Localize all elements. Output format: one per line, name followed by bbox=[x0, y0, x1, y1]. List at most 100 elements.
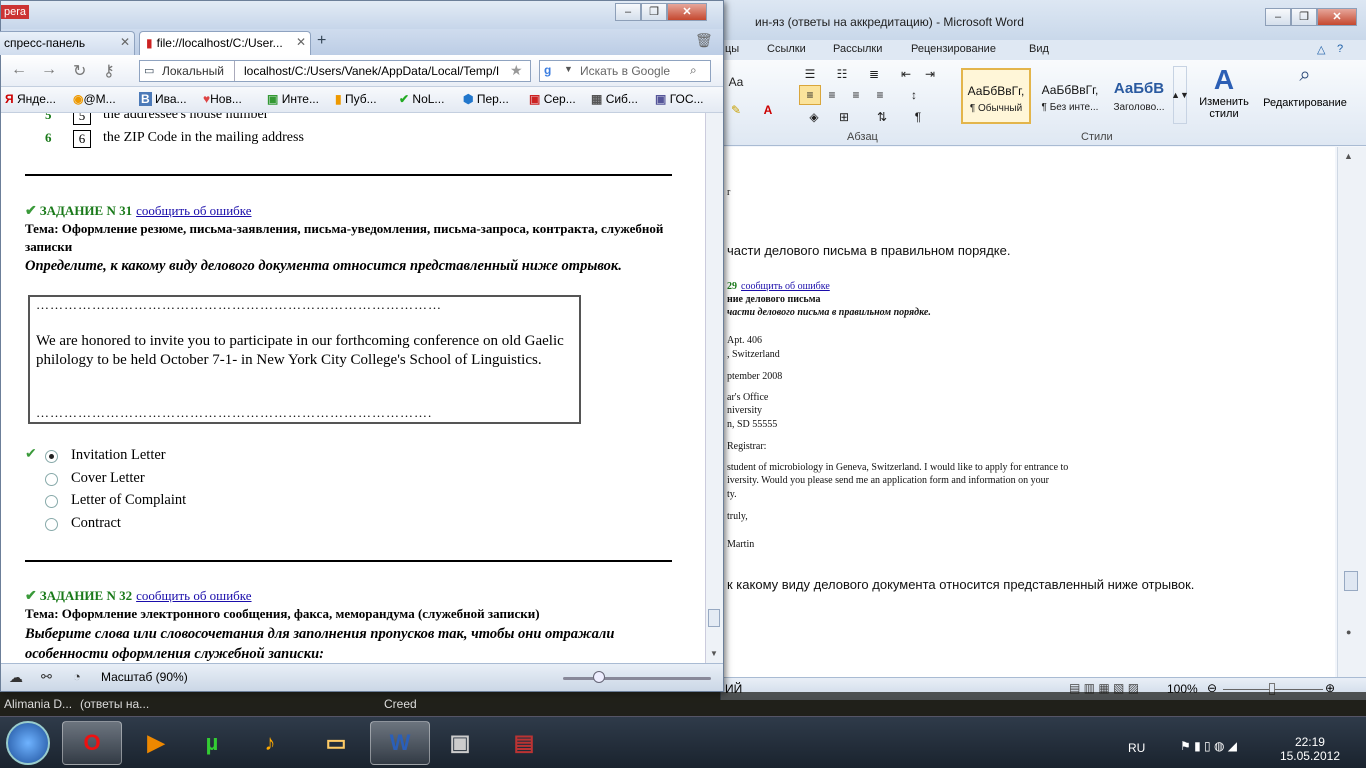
opera-menu-button[interactable]: pera bbox=[1, 5, 30, 19]
share-icon[interactable]: ⚯ bbox=[41, 669, 52, 685]
reload-icon[interactable]: ↻ bbox=[73, 61, 86, 81]
justify-icon[interactable]: ≡ bbox=[869, 85, 891, 105]
bookmark-item[interactable]: ▣ Инте... bbox=[267, 92, 319, 106]
tab-view[interactable]: Вид bbox=[1029, 43, 1049, 55]
tab-speed-dial[interactable]: спресс-панель ✕ bbox=[0, 31, 135, 55]
trash-icon[interactable]: 🗑 bbox=[695, 32, 713, 49]
taskbar-video-pro-icon[interactable]: ▣ bbox=[430, 721, 490, 765]
back-icon[interactable]: ← bbox=[11, 61, 27, 79]
strip-item[interactable]: Alimania D... bbox=[4, 697, 72, 711]
zoom-label[interactable]: Масштаб (90%) bbox=[101, 670, 188, 684]
align-left-icon[interactable]: ≡ bbox=[799, 85, 821, 105]
close-tab-icon[interactable]: ✕ bbox=[120, 35, 130, 49]
styles-scroll-icon[interactable]: ▲▼ bbox=[1171, 66, 1189, 124]
start-button[interactable] bbox=[6, 721, 50, 765]
bookmark-item[interactable]: ▮ Пуб... bbox=[335, 92, 377, 106]
bookmark-item[interactable]: B Ива... bbox=[139, 92, 187, 106]
speed-icon[interactable]: ◔ bbox=[73, 669, 81, 684]
taskbar-utorrent-icon[interactable]: µ bbox=[182, 721, 242, 765]
borders-icon[interactable]: ⊞ bbox=[833, 107, 855, 127]
close-tab-icon[interactable]: ✕ bbox=[296, 35, 306, 49]
style-normal[interactable]: АаБбВвГг, ¶ Обычный bbox=[961, 68, 1031, 124]
taskbar-media-player-icon[interactable]: ▶ bbox=[126, 721, 186, 765]
increase-indent-icon[interactable]: ⇥ bbox=[919, 64, 941, 84]
taskbar-aimp-icon[interactable]: ♪ bbox=[240, 721, 300, 765]
font-size-icon[interactable]: Aa bbox=[725, 72, 747, 92]
answer-radio[interactable] bbox=[45, 450, 58, 463]
answer-label[interactable]: Invitation Letter bbox=[71, 447, 166, 464]
chevron-down-icon[interactable]: ▼ bbox=[564, 64, 573, 74]
bullets-icon[interactable]: ☰ bbox=[799, 64, 821, 84]
taskbar-opera-icon[interactable]: O bbox=[62, 721, 122, 765]
tab-file-page[interactable]: ▮ file://localhost/C:/User... ✕ bbox=[139, 31, 311, 55]
google-icon[interactable]: g bbox=[544, 63, 551, 77]
close-button[interactable]: ✕ bbox=[1317, 8, 1357, 26]
highlight-icon[interactable]: ✎ bbox=[725, 100, 747, 120]
scroll-thumb[interactable] bbox=[708, 609, 720, 627]
strip-item[interactable]: Creed bbox=[384, 697, 417, 711]
editing-button[interactable]: ⌕ Редактирование bbox=[1259, 64, 1351, 109]
answer-label[interactable]: Contract bbox=[71, 515, 121, 532]
bookmark-item[interactable]: ⬢ Пер... bbox=[463, 92, 509, 106]
style-heading[interactable]: АаБбВ Заголово... bbox=[1107, 68, 1171, 124]
taskbar-word-icon[interactable]: W bbox=[370, 721, 430, 765]
strip-item[interactable]: (ответы на... bbox=[80, 697, 149, 711]
taskbar-explorer-icon[interactable]: ▭ bbox=[306, 721, 366, 765]
zoom-slider-thumb[interactable] bbox=[593, 671, 605, 683]
answer-radio[interactable] bbox=[45, 473, 58, 486]
sort-icon[interactable]: ⇅ bbox=[871, 107, 893, 127]
address-url[interactable]: localhost/C:/Users/Vanek/AppData/Local/T… bbox=[244, 64, 504, 78]
doc-report-link[interactable]: сообщить об ошибке bbox=[741, 281, 830, 292]
minimize-button[interactable]: ‒ bbox=[1265, 8, 1291, 26]
word-vertical-scrollbar[interactable]: ▲ ● bbox=[1337, 147, 1366, 677]
font-color-icon[interactable]: A bbox=[757, 100, 779, 120]
answer-radio[interactable] bbox=[45, 518, 58, 531]
tab-references[interactable]: Ссылки bbox=[767, 43, 806, 55]
maximize-button[interactable]: ❐ bbox=[641, 3, 667, 21]
address-bar[interactable]: ▭ Локальный localhost/C:/Users/Vanek/App… bbox=[139, 60, 531, 82]
tab-review[interactable]: Рецензирование bbox=[911, 43, 996, 55]
search-icon[interactable]: ⌕ bbox=[690, 63, 697, 78]
bookmark-star-icon[interactable]: ★ bbox=[510, 62, 523, 79]
bookmark-item[interactable]: ▣ Сер... bbox=[529, 92, 576, 106]
ribbon-minimize-icon[interactable]: △ bbox=[1317, 43, 1325, 56]
order-box[interactable]: 6 bbox=[73, 130, 91, 148]
word-document[interactable]: r части делового письма в правильном пор… bbox=[721, 147, 1335, 677]
language-indicator[interactable]: RU bbox=[1128, 741, 1145, 755]
forward-icon[interactable]: → bbox=[41, 61, 57, 79]
maximize-button[interactable]: ❐ bbox=[1291, 8, 1317, 26]
report-error-link[interactable]: сообщить об ошибке bbox=[136, 588, 251, 603]
bookmark-item[interactable]: ◉@M... bbox=[73, 92, 116, 106]
zoom-slider[interactable] bbox=[563, 677, 711, 680]
multilevel-list-icon[interactable]: ≣ bbox=[863, 64, 885, 84]
decrease-indent-icon[interactable]: ⇤ bbox=[895, 64, 917, 84]
align-center-icon[interactable]: ≡ bbox=[821, 85, 843, 105]
cloud-icon[interactable]: ☁ bbox=[9, 669, 23, 686]
bookmark-item[interactable]: ♥Нов... bbox=[203, 92, 242, 106]
new-tab-icon[interactable]: + bbox=[317, 32, 326, 50]
answer-radio[interactable] bbox=[45, 495, 58, 508]
order-box[interactable]: 5 bbox=[73, 113, 91, 125]
select-browse-object-icon[interactable]: ● bbox=[1346, 627, 1351, 637]
close-button[interactable]: ✕ bbox=[667, 3, 707, 21]
tab-insert[interactable]: цы bbox=[725, 43, 739, 55]
shading-icon[interactable]: ◈ bbox=[803, 107, 825, 127]
scroll-down-icon[interactable]: ▼ bbox=[710, 649, 718, 658]
minimize-button[interactable]: ‒ bbox=[615, 3, 641, 21]
key-icon[interactable]: ⚷ bbox=[103, 61, 115, 81]
scroll-thumb[interactable] bbox=[1344, 571, 1358, 591]
answer-label[interactable]: Letter of Complaint bbox=[71, 492, 186, 509]
search-box[interactable]: g ▼ Искать в Google ⌕ bbox=[539, 60, 711, 82]
report-error-link[interactable]: сообщить об ошибке bbox=[136, 203, 251, 218]
bookmark-item[interactable]: ✔ NoL... bbox=[399, 92, 444, 106]
show-marks-icon[interactable]: ¶ bbox=[907, 107, 929, 127]
answer-label[interactable]: Cover Letter bbox=[71, 470, 145, 487]
change-styles-button[interactable]: A Изменить стили bbox=[1199, 64, 1249, 120]
tab-mailings[interactable]: Рассылки bbox=[833, 43, 882, 55]
align-right-icon[interactable]: ≡ bbox=[845, 85, 867, 105]
clock[interactable]: 22:19 15.05.2012 bbox=[1280, 735, 1340, 763]
bookmark-item[interactable]: ▦ Сиб... bbox=[591, 92, 638, 106]
style-no-spacing[interactable]: АаБбВвГг, ¶ Без инте... bbox=[1035, 68, 1105, 124]
scroll-up-icon[interactable]: ▲ bbox=[1344, 151, 1353, 161]
page-vertical-scrollbar[interactable]: ▼ bbox=[705, 113, 723, 663]
